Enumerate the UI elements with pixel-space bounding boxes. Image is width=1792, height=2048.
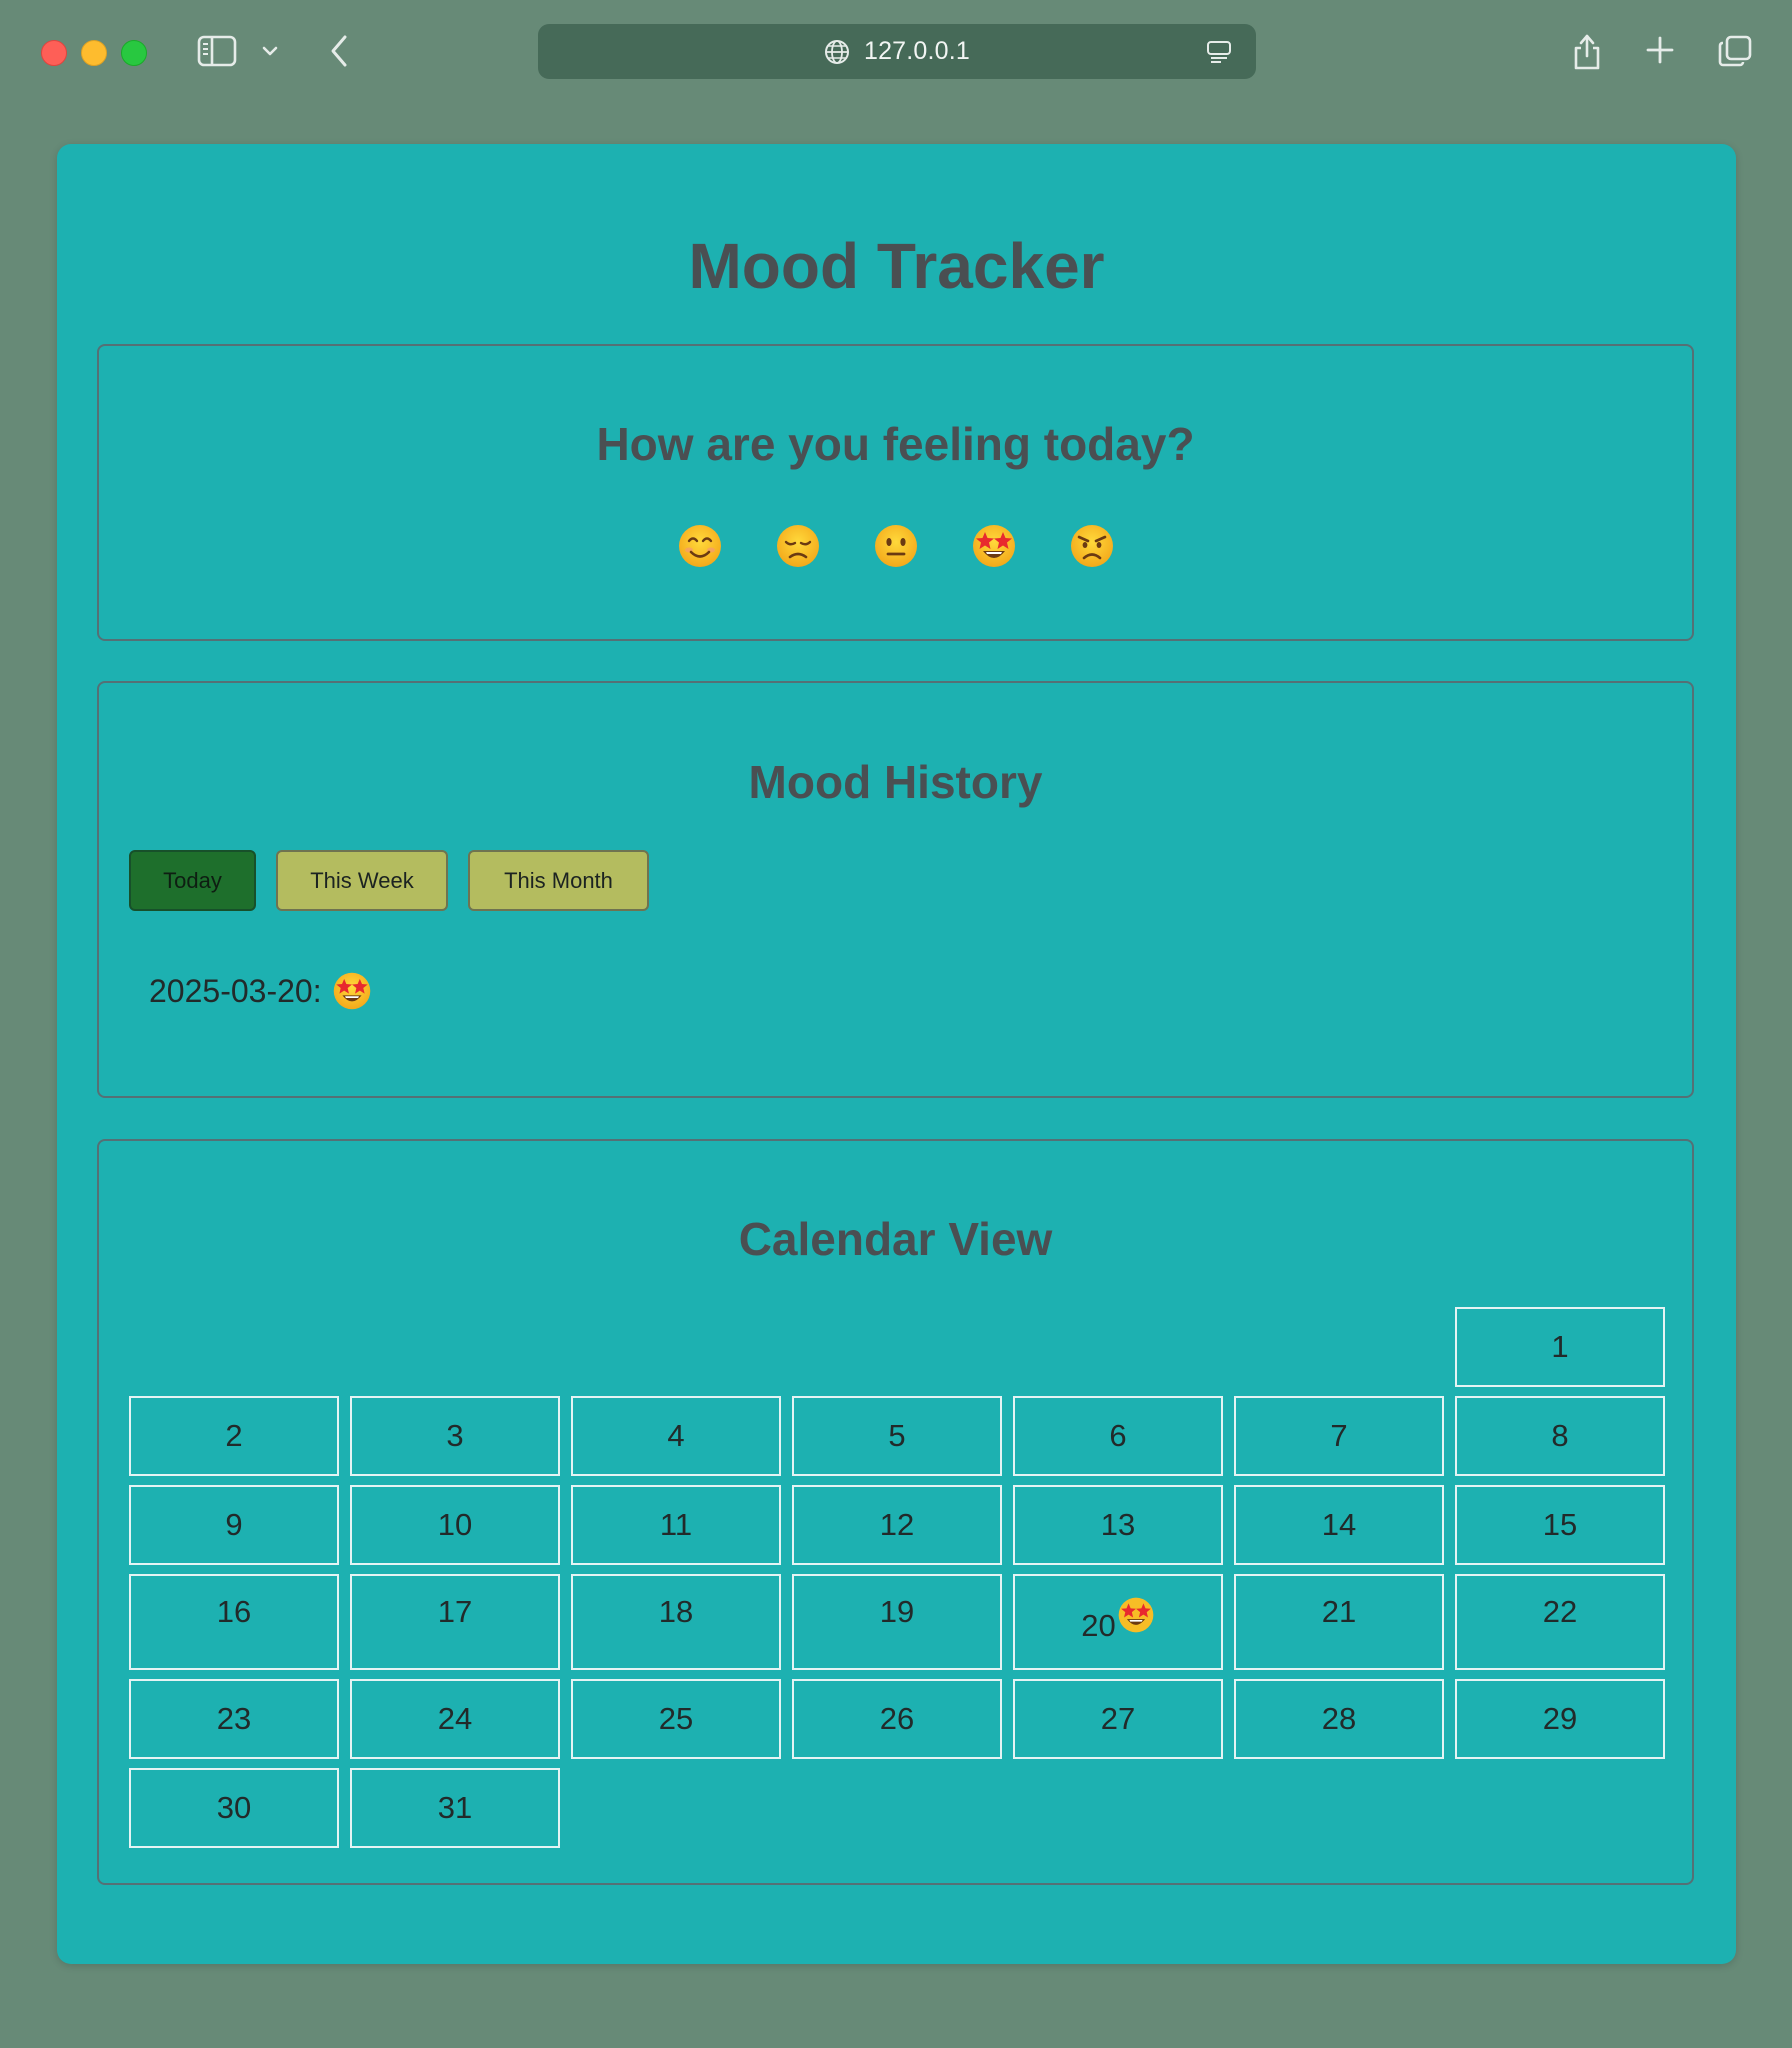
calendar-day-cell[interactable]: 18: [571, 1574, 781, 1670]
calendar-day-number: 11: [659, 1507, 693, 1542]
star-struck-face-icon: [1117, 1596, 1155, 1634]
calendar-day-number: 10: [437, 1507, 473, 1542]
mood-picker-panel: How are you feeling today?: [97, 344, 1694, 641]
calendar-day-number: 3: [446, 1418, 464, 1453]
calendar-day-number: 1: [1551, 1329, 1569, 1364]
calendar-day-number: 31: [437, 1790, 473, 1825]
calendar-day-cell[interactable]: 5: [792, 1396, 1002, 1476]
calendar-day-number: 15: [1542, 1507, 1578, 1542]
calendar-day-number: 20: [1081, 1608, 1116, 1643]
calendar-day-number: 7: [1330, 1418, 1348, 1453]
calendar-day-cell[interactable]: 30: [129, 1768, 339, 1848]
calendar-day-cell[interactable]: 4: [571, 1396, 781, 1476]
address-bar[interactable]: 127.0.0.1: [538, 24, 1256, 79]
calendar-day-cell[interactable]: 24: [350, 1679, 560, 1759]
calendar-day-number: 14: [1321, 1507, 1357, 1542]
calendar-day-number: 6: [1109, 1418, 1127, 1453]
back-arrow-icon[interactable]: [326, 32, 352, 70]
new-tab-plus-icon[interactable]: [1644, 34, 1676, 66]
calendar-day-cell[interactable]: 1: [1455, 1307, 1665, 1387]
calendar-day-number: 22: [1542, 1594, 1578, 1629]
calendar-day-number: 17: [437, 1594, 473, 1629]
neutral-face-icon[interactable]: [872, 522, 919, 569]
calendar-day-cell[interactable]: 13: [1013, 1485, 1223, 1565]
calendar-day-number: 5: [888, 1418, 906, 1453]
calendar-day-cell[interactable]: 31: [350, 1768, 560, 1848]
calendar-day-cell[interactable]: 22: [1455, 1574, 1665, 1670]
page-title: Mood Tracker: [688, 230, 1105, 302]
sidebar-toggle-icon[interactable]: [196, 34, 238, 68]
tab-today[interactable]: Today: [129, 850, 256, 911]
calendar-day-cell[interactable]: 25: [571, 1679, 781, 1759]
share-icon[interactable]: [1570, 30, 1604, 72]
mood-history-heading: Mood History: [748, 756, 1043, 808]
calendar-day-cell[interactable]: 11: [571, 1485, 781, 1565]
calendar-day-cell[interactable]: 21: [1234, 1574, 1444, 1670]
calendar-day-number: 12: [879, 1507, 915, 1542]
globe-icon: [824, 39, 850, 65]
history-entry: 2025-03-20:: [149, 971, 372, 1011]
disappointed-face-icon[interactable]: [774, 522, 821, 569]
calendar-day-number: 2: [225, 1418, 243, 1453]
mood-picker-heading: How are you feeling today?: [596, 418, 1195, 470]
calendar-day-cell[interactable]: 7: [1234, 1396, 1444, 1476]
calendar-day-number: 13: [1100, 1507, 1136, 1542]
calendar-day-cell[interactable]: 10: [350, 1485, 560, 1565]
calendar-day-cell[interactable]: 27: [1013, 1679, 1223, 1759]
chevron-down-icon[interactable]: [260, 40, 280, 62]
calendar-day-cell[interactable]: 20: [1013, 1574, 1223, 1670]
calendar-day-number: 9: [225, 1507, 243, 1542]
history-tabs: Today This Week This Month: [129, 850, 649, 911]
calendar-day-number: 27: [1100, 1701, 1136, 1736]
calendar-day-cell[interactable]: 8: [1455, 1396, 1665, 1476]
close-window-button[interactable]: [41, 40, 67, 66]
calendar-day-cell[interactable]: 19: [792, 1574, 1002, 1670]
calendar-day-cell[interactable]: 6: [1013, 1396, 1223, 1476]
calendar-day-number: 25: [658, 1701, 694, 1736]
calendar-day-number: 16: [216, 1594, 252, 1629]
calendar-day-cell[interactable]: 14: [1234, 1485, 1444, 1565]
calendar-heading: Calendar View: [738, 1213, 1053, 1265]
calendar-day-cell[interactable]: 23: [129, 1679, 339, 1759]
calendar-day-cell[interactable]: 28: [1234, 1679, 1444, 1759]
calendar-day-number: 28: [1321, 1701, 1357, 1736]
calendar-day-cell[interactable]: 15: [1455, 1485, 1665, 1565]
calendar-day-cell[interactable]: 3: [350, 1396, 560, 1476]
browser-toolbar: 127.0.0.1: [0, 0, 1792, 104]
calendar-panel: Calendar View 1 2 3 4 5 6 7 8 9 10 11 12 13 14 15 16 17 1…: [97, 1139, 1694, 1885]
calendar-day-number: 18: [658, 1594, 694, 1629]
history-entry-date: 2025-03-20:: [149, 972, 322, 1009]
minimize-window-button[interactable]: [81, 40, 107, 66]
maximize-window-button[interactable]: [121, 40, 147, 66]
calendar-day-number: 30: [216, 1790, 252, 1825]
calendar-day-cell[interactable]: 29: [1455, 1679, 1665, 1759]
calendar-day-cell[interactable]: 12: [792, 1485, 1002, 1565]
smiling-face-icon[interactable]: [676, 522, 723, 569]
tab-this-month[interactable]: This Month: [468, 850, 649, 911]
calendar-day-cell[interactable]: 26: [792, 1679, 1002, 1759]
calendar-day-number: 21: [1321, 1594, 1357, 1629]
calendar-day-cell[interactable]: 9: [129, 1485, 339, 1565]
address-text: 127.0.0.1: [863, 37, 971, 65]
calendar-day-number: 26: [879, 1701, 915, 1736]
calendar-day-cell[interactable]: 16: [129, 1574, 339, 1670]
tab-this-week[interactable]: This Week: [276, 850, 448, 911]
calendar-day-number: 24: [437, 1701, 473, 1736]
calendar-day-cell[interactable]: 2: [129, 1396, 339, 1476]
reader-view-icon[interactable]: [1204, 37, 1234, 67]
calendar-day-number: 4: [667, 1418, 685, 1453]
star-struck-face-icon[interactable]: [970, 522, 1017, 569]
calendar-day-number: 23: [216, 1701, 252, 1736]
calendar-day-number: 8: [1551, 1418, 1569, 1453]
mood-options: [99, 522, 1692, 569]
star-struck-face-icon: [332, 971, 372, 1011]
mood-history-panel: Mood History Today This Week This Month …: [97, 681, 1694, 1098]
calendar-day-number: 19: [879, 1594, 915, 1629]
calendar-day-cell[interactable]: 17: [350, 1574, 560, 1670]
calendar-day-number: 29: [1542, 1701, 1578, 1736]
angry-face-icon[interactable]: [1068, 522, 1115, 569]
tab-overview-icon[interactable]: [1716, 33, 1754, 69]
